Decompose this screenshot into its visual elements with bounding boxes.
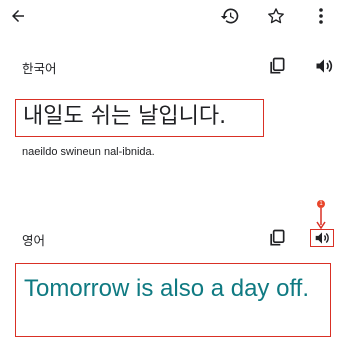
translate-screen: 한국어 내일도 쉬는 날입니다. naeildo swineun nal-ibn… <box>0 0 350 350</box>
source-copy-button[interactable] <box>264 53 290 79</box>
history-button[interactable] <box>216 2 244 30</box>
more-options-button[interactable] <box>307 2 335 30</box>
history-icon <box>220 8 239 24</box>
favorite-button[interactable] <box>262 2 290 30</box>
back-button[interactable] <box>4 2 32 30</box>
arrow-left-icon <box>12 10 24 22</box>
top-toolbar <box>0 0 350 34</box>
copy-icon <box>270 57 285 74</box>
speaker-icon <box>316 59 333 73</box>
source-text[interactable]: 내일도 쉬는 날입니다. <box>15 99 264 137</box>
target-copy-button[interactable] <box>264 225 290 251</box>
target-language-label: 영어 <box>22 233 46 248</box>
source-speaker-button[interactable] <box>311 53 337 79</box>
speaker-icon <box>315 232 329 244</box>
target-speaker-button[interactable] <box>310 229 334 247</box>
source-romanization: naeildo swineun nal-ibnida. <box>22 146 155 158</box>
star-outline-icon <box>268 8 284 24</box>
translated-text[interactable]: Tomorrow is also a day off. <box>15 263 331 337</box>
source-language-label: 한국어 <box>22 61 57 76</box>
more-vert-icon <box>319 8 323 24</box>
copy-icon <box>270 229 285 246</box>
